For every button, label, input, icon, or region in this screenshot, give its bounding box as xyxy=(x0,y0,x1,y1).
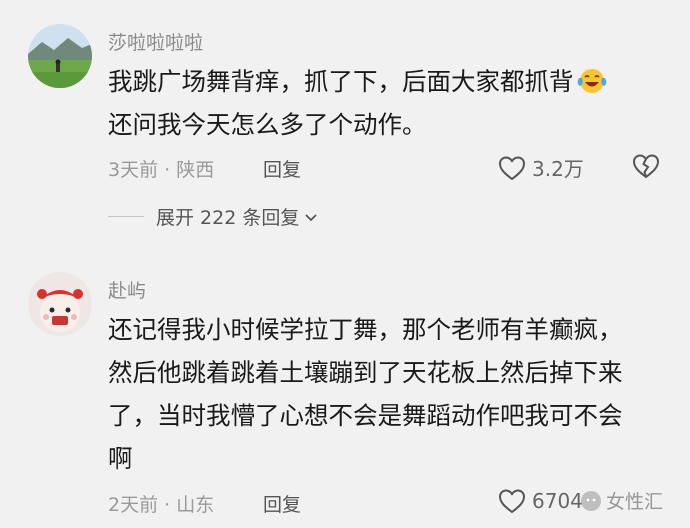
chevron-down-icon xyxy=(305,213,317,221)
comment-text: 还记得我小时候学拉丁舞，那个老师有羊癫疯， 然后他跳着跳着土壤蹦到了天花板上然后… xyxy=(108,308,668,480)
comment-line: 我跳广场舞背痒，抓了下，后面大家都抓背 xyxy=(108,60,668,103)
comment-line: 还记得我小时候学拉丁舞，那个老师有羊癫疯， xyxy=(108,315,623,344)
expand-replies-label: 展开 222 条回复 xyxy=(156,207,300,229)
username[interactable]: 莎啦啦啦啦 xyxy=(108,28,203,55)
avatar-plush-image xyxy=(28,272,92,336)
like-button[interactable]: 6704 xyxy=(498,488,583,514)
avatar[interactable] xyxy=(28,24,92,88)
heart-icon xyxy=(498,489,526,514)
watermark: 女性汇 xyxy=(580,487,663,514)
time-location: 2天前 · 山东 xyxy=(108,494,215,516)
comment-text: 我跳广场舞背痒，抓了下，后面大家都抓背 还问我今天怎么多了个动作。 xyxy=(108,60,668,146)
watermark-text: 女性汇 xyxy=(606,491,664,513)
comment-item: 莎啦啦啦啦 我跳广场舞背痒，抓了下，后面大家都抓背 还问我今天怎么多了个动作。 … xyxy=(0,0,690,240)
wechat-logo-icon xyxy=(581,490,601,511)
avatar-landscape-image xyxy=(28,24,92,88)
comment-line: 啊 xyxy=(108,444,133,473)
time-location: 3天前 · 陕西 xyxy=(108,159,215,181)
reply-button[interactable]: 回复 xyxy=(263,490,301,517)
laughing-crying-emoji-icon xyxy=(576,64,608,96)
comment-line: 了，当时我懵了心想不会是舞蹈动作吧我可不会 xyxy=(108,401,623,430)
username[interactable]: 赴屿 xyxy=(108,276,146,303)
like-button[interactable]: 3.2万 xyxy=(498,153,584,182)
comment-line: 然后他跳着跳着土壤蹦到了天花板上然后掉下来 xyxy=(108,358,623,387)
heart-icon xyxy=(498,155,526,180)
divider-dash xyxy=(108,216,144,217)
reply-button[interactable]: 回复 xyxy=(263,155,301,182)
broken-heart-icon xyxy=(632,154,660,179)
comment-line: 还问我今天怎么多了个动作。 xyxy=(108,110,427,139)
comment-item: 赴屿 还记得我小时候学拉丁舞，那个老师有羊癫疯， 然后他跳着跳着土壤蹦到了天花板… xyxy=(0,240,690,528)
like-count: 6704 xyxy=(532,489,583,513)
like-count: 3.2万 xyxy=(532,157,584,181)
dislike-button[interactable] xyxy=(632,153,660,183)
avatar[interactable] xyxy=(28,272,92,336)
expand-replies-button[interactable]: 展开 222 条回复 xyxy=(108,203,319,230)
